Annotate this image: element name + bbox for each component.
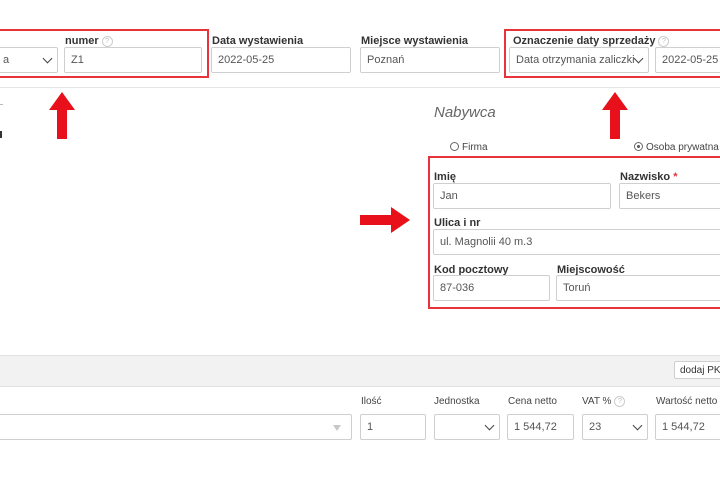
issue-date-label: Data wystawienia [212,35,304,47]
chevron-down-icon [484,420,495,431]
left-edge-mark [0,131,2,138]
buyer-section-title: Nabywca [434,104,496,121]
highlight-box-sale-date [504,29,720,78]
radio-company[interactable] [450,142,459,151]
col-unit-label: Jednostka [434,396,480,407]
left-edge-mark [0,104,3,105]
product-name-input[interactable] [0,414,352,440]
unit-select[interactable] [434,414,500,440]
arrow-up-icon [602,92,628,139]
highlight-box-number [0,29,209,78]
quantity-input[interactable] [360,414,426,440]
radio-private[interactable] [634,142,643,151]
add-pkwiu-button[interactable]: dodaj PKW [674,361,720,379]
col-net-price-label: Cena netto [508,396,557,407]
items-toolbar [0,355,720,387]
issue-place-label: Miejsce wystawienia [361,35,468,47]
dropdown-triangle-icon [333,425,341,431]
help-icon[interactable]: ? [614,396,626,407]
vat-select-value: 23 [589,421,602,433]
col-net-value-label: Wartość netto [656,396,718,407]
col-qty-label: Ilość [361,396,382,407]
chevron-down-icon [632,420,643,431]
arrow-right-icon [360,207,410,233]
radio-company-label: Firma [462,142,488,153]
issue-place-input[interactable] [360,47,500,73]
radio-private-label: Osoba prywatna [646,142,719,153]
header-divider [0,87,720,88]
net-value-input[interactable] [655,414,720,440]
arrow-up-icon [49,92,75,139]
net-price-input[interactable] [507,414,574,440]
highlight-box-buyer [428,156,720,309]
issue-date-input[interactable] [211,47,351,73]
vat-select[interactable]: 23 [582,414,648,440]
col-vat-label: VAT %? [582,396,626,407]
